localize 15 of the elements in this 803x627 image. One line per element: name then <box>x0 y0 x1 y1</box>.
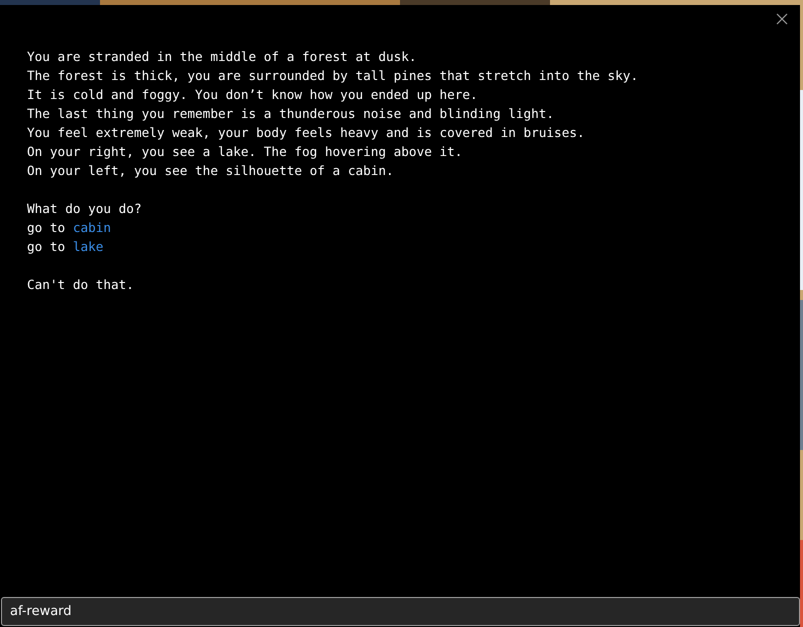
story-line: It is cold and foggy. You don’t know how you ended up here. <box>27 86 479 104</box>
command-input[interactable]: af-reward <box>1 597 800 626</box>
story-line: The last thing you remember is a thunderous noise and blinding light. <box>27 105 556 123</box>
story-line: You feel extremely weak, your body feels heavy and is covered in bruises. <box>27 124 586 142</box>
story-line: What do you do? <box>27 200 143 218</box>
option-link[interactable]: cabin <box>72 220 112 235</box>
option-text: go to <box>27 220 66 235</box>
story-line: On your left, you see the silhouette of a cabin. <box>27 162 395 180</box>
story-line: Can't do that. <box>27 276 135 294</box>
option-text: go to <box>27 239 66 254</box>
option-link[interactable]: lake <box>72 239 104 254</box>
story-line: You are stranded in the middle of a forest at dusk. <box>27 48 418 66</box>
story-line: On your right, you see a lake. The fog hovering above it. <box>27 143 464 161</box>
close-icon[interactable] <box>776 13 788 25</box>
story-line: The forest is thick, you are surrounded by tall pines that stretch into the sky. <box>27 67 640 85</box>
